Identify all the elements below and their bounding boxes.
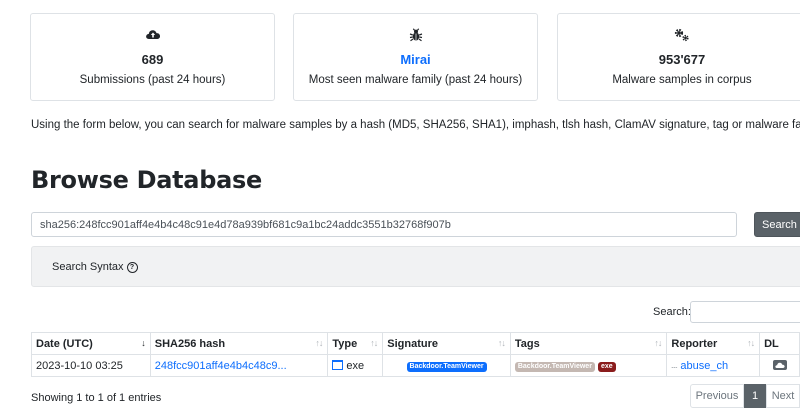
stat-card-corpus: 953'677 Malware samples in corpus bbox=[557, 13, 800, 101]
cell-type: exe bbox=[346, 359, 365, 372]
table-header-row: Date (UTC) ↓ SHA256 hash ↑↓ Type ↑↓ Signatu… bbox=[31, 332, 800, 355]
pagination-next[interactable]: Next bbox=[766, 384, 800, 408]
reporter-link[interactable]: abuse_ch bbox=[680, 360, 728, 372]
gears-icon bbox=[674, 28, 689, 42]
question-circle-icon[interactable]: ? bbox=[126, 261, 138, 273]
corpus-count: 953'677 bbox=[658, 52, 706, 67]
search-syntax-panel[interactable]: Search Syntax ? bbox=[31, 246, 800, 287]
sort-arrows-icon: ↑↓ bbox=[370, 338, 378, 348]
col-header-date[interactable]: Date (UTC) ↓ bbox=[31, 332, 151, 355]
col-header-tags[interactable]: Tags ↑↓ bbox=[509, 332, 668, 355]
pagination-page-1[interactable]: 1 bbox=[744, 384, 766, 408]
bug-icon bbox=[409, 28, 422, 42]
table-row: 2023-10-10 03:25 248fcc901aff4e4b4c48c9.… bbox=[31, 354, 800, 377]
sort-arrows-icon: ↑↓ bbox=[315, 338, 323, 348]
col-header-reporter[interactable]: Reporter ↑↓ bbox=[666, 332, 761, 355]
stat-card-malware-family: Mirai Most seen malware family (past 24 … bbox=[293, 13, 538, 101]
file-icon bbox=[332, 359, 344, 370]
download-icon[interactable] bbox=[772, 359, 787, 370]
table-search-input[interactable] bbox=[690, 301, 800, 323]
table-search-label: Search: bbox=[653, 306, 691, 318]
col-header-dl[interactable]: DL bbox=[759, 332, 800, 355]
pagination-previous[interactable]: Previous bbox=[690, 384, 744, 408]
search-syntax-label: Search Syntax bbox=[52, 261, 124, 273]
table-info: Showing 1 to 1 of 1 entries bbox=[31, 392, 162, 404]
submissions-label: Submissions (past 24 hours) bbox=[79, 74, 226, 86]
tag-badge[interactable]: Backdoor.TeamViewer bbox=[514, 362, 595, 372]
col-header-type[interactable]: Type ↑↓ bbox=[327, 332, 384, 355]
results-table: Date (UTC) ↓ SHA256 hash ↑↓ Type ↑↓ Signatu… bbox=[31, 332, 800, 377]
pagination: Previous 1 Next bbox=[690, 384, 800, 408]
intro-text: Using the form below, you can search for… bbox=[31, 119, 800, 131]
malware-family-label: Most seen malware family (past 24 hours) bbox=[308, 74, 523, 86]
malware-family-link[interactable]: Mirai bbox=[294, 52, 537, 67]
search-button[interactable]: Search bbox=[754, 212, 800, 237]
tag-badge-exe[interactable]: exe bbox=[597, 362, 616, 372]
cloud-upload-icon bbox=[145, 30, 160, 39]
signature-badge[interactable]: Backdoor.TeamViewer bbox=[406, 362, 487, 372]
reporter-prefix: --- bbox=[671, 364, 678, 371]
search-input[interactable] bbox=[31, 212, 737, 237]
corpus-label: Malware samples in corpus bbox=[612, 74, 752, 86]
sha256-link[interactable]: 248fcc901aff4e4b4c48c9... bbox=[155, 360, 287, 372]
stat-card-submissions: 689 Submissions (past 24 hours) bbox=[30, 13, 275, 101]
sort-arrows-icon: ↑↓ bbox=[497, 338, 506, 348]
sort-arrows-icon: ↓ bbox=[141, 338, 145, 348]
page-title: Browse Database bbox=[31, 166, 262, 194]
submissions-count: 689 bbox=[141, 52, 164, 67]
col-header-sha256[interactable]: SHA256 hash ↑↓ bbox=[149, 332, 329, 355]
sort-arrows-icon: ↑↓ bbox=[654, 338, 662, 348]
sort-arrows-icon: ↑↓ bbox=[747, 338, 755, 348]
cell-date: 2023-10-10 03:25 bbox=[31, 354, 151, 377]
col-header-signature[interactable]: Signature ↑↓ bbox=[382, 332, 511, 355]
